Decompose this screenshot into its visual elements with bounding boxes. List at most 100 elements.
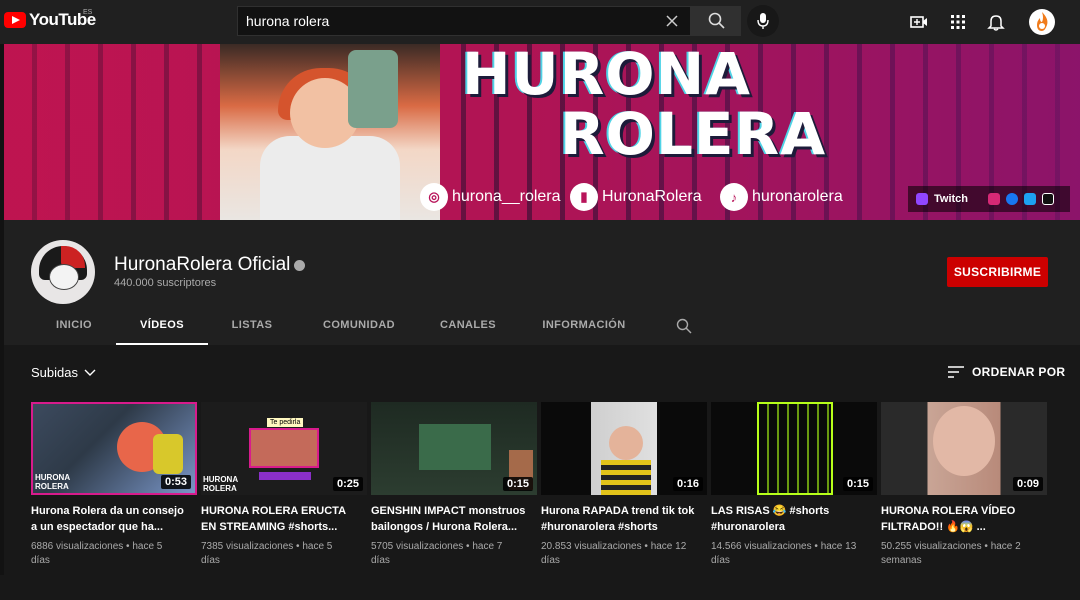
video-duration: 0:15	[842, 477, 873, 491]
tiktok-icon: ♪	[720, 183, 748, 211]
video-thumbnail[interactable]: 0:09	[881, 402, 1047, 495]
video-thumbnail[interactable]: 0:16	[541, 402, 707, 495]
flame-logo-icon	[1037, 12, 1048, 31]
video-views: 50.255 visualizaciones	[881, 541, 982, 552]
close-icon[interactable]	[664, 13, 680, 29]
sort-button[interactable]: ORDENAR POR	[948, 365, 1065, 379]
video-meta: 7385 visualizaciones • hace 5 días	[201, 541, 333, 566]
sort-icon	[948, 366, 964, 378]
youtube-logo[interactable]: YouTube ES	[4, 9, 96, 30]
video-duration: 0:25	[332, 477, 363, 491]
video-title[interactable]: LAS RISAS 😂 #shorts #huronarolera	[711, 503, 871, 535]
video-item[interactable]: 0:15 LAS RISAS 😂 #shorts #huronarolera 1…	[711, 402, 877, 568]
banner-title-line1: HURONA	[462, 44, 752, 108]
video-views: 7385 visualizaciones	[201, 541, 294, 552]
thumbnail-bar	[259, 472, 311, 480]
video-title[interactable]: GENSHIN IMPACT monstruos bailongos / Hur…	[371, 503, 531, 535]
uploads-filter[interactable]: Subidas	[31, 365, 96, 380]
tab-canales[interactable]: CANALES	[434, 308, 502, 345]
video-thumbnail[interactable]: Te pedirla HURONA ROLERA 0:25	[201, 402, 367, 495]
thumbnail-game	[419, 424, 491, 470]
tiktok-link-icon[interactable]	[1042, 193, 1055, 205]
video-views: 5705 visualizaciones	[371, 541, 464, 552]
tab-listas[interactable]: LISTAS	[224, 308, 280, 345]
filter-label: Subidas	[31, 365, 78, 380]
twitch-icon: ▮	[570, 183, 598, 211]
thumbnail-shirt	[601, 460, 651, 495]
instagram-link-icon[interactable]	[988, 193, 1001, 205]
thumbnail-caption: Te pedirla	[267, 418, 304, 427]
instagram-handle: hurona__rolera	[452, 188, 561, 205]
tab-informacion[interactable]: INFORMACIÓN	[532, 308, 636, 345]
thumbnail-prop	[153, 434, 183, 474]
microphone-icon	[757, 13, 769, 29]
thumbnail-watermark: HURONA ROLERA	[35, 473, 70, 491]
video-title[interactable]: HURONA ROLERA ERUCTA EN STREAMING #short…	[201, 503, 361, 535]
bell-icon[interactable]	[986, 12, 1006, 32]
twitter-link-icon[interactable]	[1024, 193, 1037, 205]
twitch-link-icon[interactable]	[916, 193, 928, 205]
phone-shape	[348, 50, 398, 128]
top-bar: YouTube ES hurona rolera	[0, 0, 1080, 44]
subscribe-button[interactable]: SUSCRIBIRME	[947, 257, 1048, 287]
video-duration: 0:09	[1012, 477, 1043, 491]
tab-videos[interactable]: VÍDEOS	[116, 308, 208, 345]
video-item[interactable]: HURONA ROLERA 0:53 Hurona Rolera da un c…	[31, 402, 197, 568]
banner-instagram: ◎ hurona__rolera	[420, 183, 561, 211]
video-meta: 20.853 visualizaciones • hace 12 días	[541, 541, 687, 566]
youtube-play-icon	[4, 12, 26, 28]
search-icon	[708, 12, 725, 29]
voice-search-button[interactable]	[747, 5, 779, 37]
thumbnail-face	[609, 426, 643, 460]
video-title[interactable]: HURONA ROLERA VÍDEO FILTRADO!! 🔥😱 ...	[881, 503, 1041, 535]
banner-tiktok: ♪ huronarolera	[720, 183, 843, 211]
bottom-strip	[0, 575, 1080, 600]
channel-avatar[interactable]	[31, 240, 95, 304]
thumbnail-watermark: HURONA ROLERA	[203, 475, 238, 493]
chevron-down-icon	[84, 369, 96, 376]
tab-inicio[interactable]: INICIO	[44, 308, 104, 345]
banner-photo	[220, 44, 440, 220]
video-item[interactable]: 0:15 GENSHIN IMPACT monstruos bailongos …	[371, 402, 537, 568]
search-icon[interactable]	[676, 318, 692, 334]
subscriber-count: 440.000 suscriptores	[114, 277, 217, 289]
channel-header: HuronaRolera Oficial 440.000 suscriptore…	[4, 220, 1080, 345]
verified-icon	[294, 260, 305, 271]
user-avatar[interactable]	[1029, 9, 1055, 35]
apps-grid-icon[interactable]	[948, 12, 968, 32]
video-title[interactable]: Hurona Rolera da un consejo a un especta…	[31, 503, 191, 535]
thumbnail-tunnel	[757, 402, 833, 495]
channel-name: HuronaRolera Oficial	[114, 254, 291, 275]
video-meta: 6886 visualizaciones • hace 5 días	[31, 541, 163, 566]
video-thumbnail[interactable]: 0:15	[711, 402, 877, 495]
video-thumbnail[interactable]: 0:15	[371, 402, 537, 495]
channel-banner: HURONA ROLERA ◎ hurona__rolera ▮ HuronaR…	[4, 44, 1080, 220]
facebook-link-icon[interactable]	[1006, 193, 1019, 205]
video-duration: 0:53	[160, 475, 191, 489]
video-item[interactable]: 0:16 Hurona RAPADA trend tik tok #hurona…	[541, 402, 707, 568]
create-video-icon[interactable]	[909, 12, 929, 32]
video-views: 6886 visualizaciones	[31, 541, 124, 552]
banner-links: Twitch	[908, 186, 1070, 212]
video-thumbnail[interactable]: HURONA ROLERA 0:53	[31, 402, 197, 495]
hoodie-shape	[260, 136, 400, 220]
channel-tabs: INICIO VÍDEOS LISTAS COMUNIDAD CANALES I…	[4, 308, 1080, 345]
instagram-icon: ◎	[420, 183, 448, 211]
video-meta: 14.566 visualizaciones • hace 13 días	[711, 541, 857, 566]
video-duration: 0:15	[502, 477, 533, 491]
video-duration: 0:16	[672, 477, 703, 491]
video-item[interactable]: Te pedirla HURONA ROLERA 0:25 HURONA ROL…	[201, 402, 367, 568]
banner-twitch: ▮ HuronaRolera	[570, 183, 702, 211]
region-code: ES	[83, 9, 93, 16]
search-button[interactable]	[691, 6, 741, 36]
banner-title-line2: ROLERA	[560, 100, 827, 168]
video-item[interactable]: 0:09 HURONA ROLERA VÍDEO FILTRADO!! 🔥😱 .…	[881, 402, 1047, 568]
video-views: 20.853 visualizaciones	[541, 541, 642, 552]
search-field[interactable]: hurona rolera	[237, 6, 691, 36]
tab-comunidad[interactable]: COMUNIDAD	[312, 308, 406, 345]
twitch-link[interactable]: Twitch	[934, 193, 968, 205]
search-input[interactable]: hurona rolera	[246, 7, 329, 35]
video-title[interactable]: Hurona RAPADA trend tik tok #huronaroler…	[541, 503, 701, 535]
videos-section: Subidas ORDENAR POR HURONA ROLERA 0:53 H…	[4, 345, 1080, 575]
video-meta: 50.255 visualizaciones • hace 2 semanas	[881, 541, 1021, 566]
